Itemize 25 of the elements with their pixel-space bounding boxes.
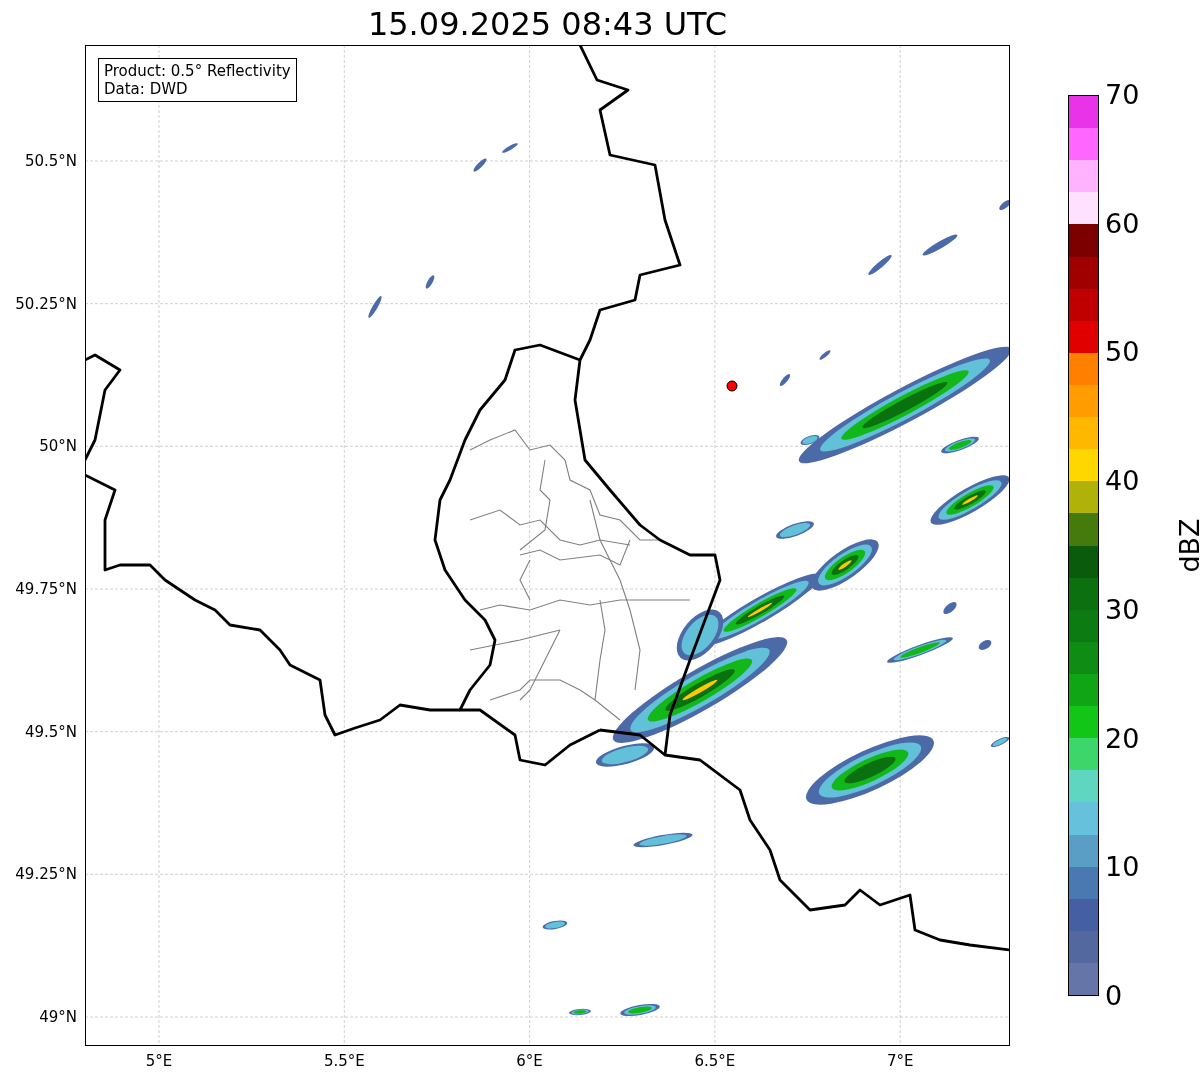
colorbar-label: 20: [1105, 723, 1140, 754]
axis-label: 6°E: [516, 1052, 543, 1070]
location-marker: [726, 380, 738, 392]
axis-label: 49.25°N: [15, 865, 77, 884]
colorbar-label: 60: [1105, 208, 1140, 239]
colorbar-title: dBZ: [1173, 518, 1202, 573]
axis-label: 7°E: [886, 1052, 914, 1070]
axis-label: 50°N: [39, 437, 77, 456]
chart-title: 15.09.2025 08:43 UTC: [367, 4, 728, 45]
axis-label: 5.5°E: [323, 1052, 365, 1070]
colorbar-label: 70: [1105, 80, 1140, 110]
axis-label: 50.5°N: [24, 152, 77, 170]
colorbar-label: 30: [1105, 594, 1140, 625]
colorbar-label: 40: [1105, 466, 1140, 497]
axis-label: 5°E: [145, 1052, 173, 1070]
axis-label: 50.25°N: [15, 294, 77, 313]
colorbar-label: 50: [1105, 337, 1140, 368]
colorbar-label: 0: [1105, 981, 1123, 1011]
axis-label: 6.5°E: [694, 1052, 736, 1070]
axis-label: 49.75°N: [15, 580, 77, 598]
axis-label: 49.5°N: [24, 722, 77, 741]
colorbar-label: 10: [1105, 852, 1140, 883]
axis-label: 49°N: [39, 1008, 77, 1026]
legend-text: Data: DWD: [104, 80, 189, 98]
legend-text: Product: 0.5° Reflectivity: [104, 62, 291, 80]
